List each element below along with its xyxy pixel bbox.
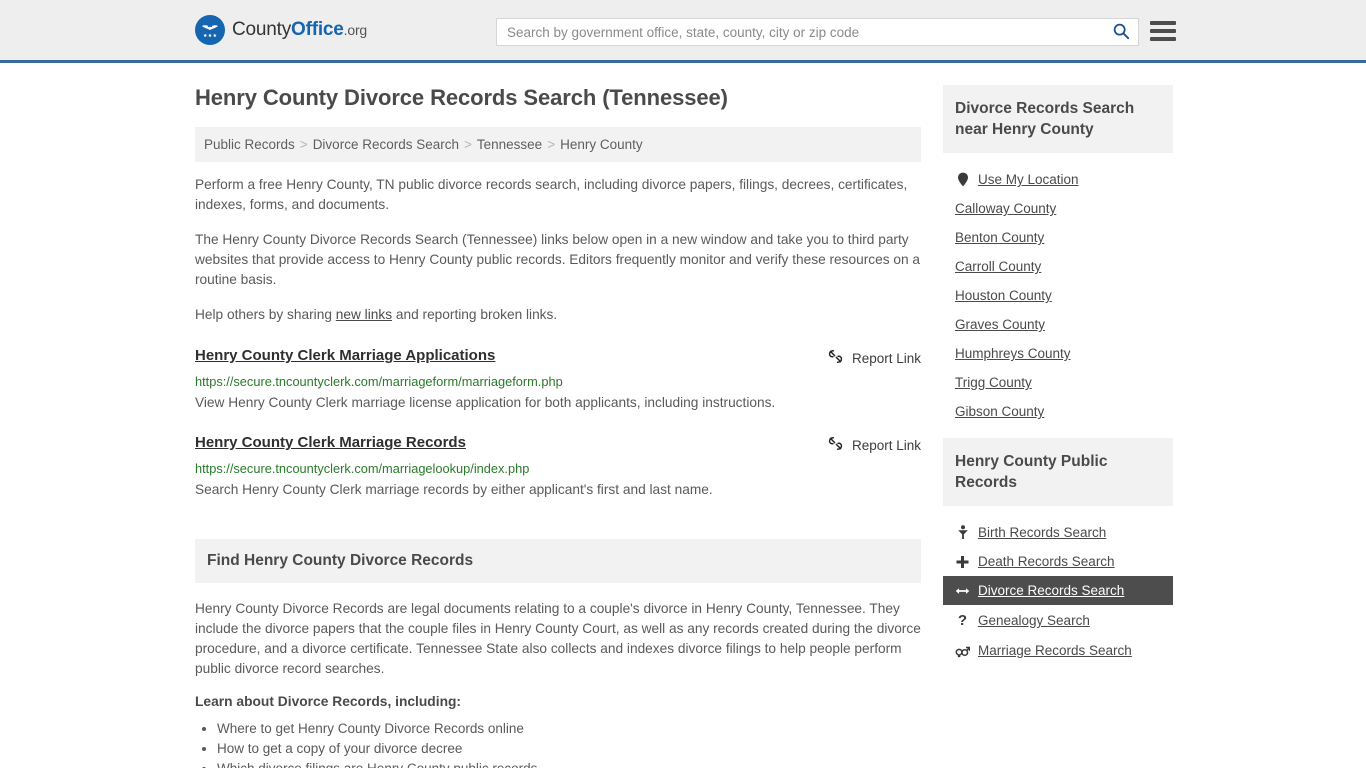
sidebar-item-carroll-county[interactable]: Carroll County: [943, 252, 1173, 281]
report-link-button[interactable]: Report Link: [827, 435, 921, 455]
nearby-counties-list: Use My Location Calloway County Benton C…: [943, 153, 1173, 430]
result-description: Search Henry County Clerk marriage recor…: [195, 482, 713, 497]
result-header: Henry County Clerk Marriage Records Repo…: [195, 434, 921, 455]
list-item: Which divorce filings are Henry County p…: [217, 759, 921, 768]
sidebar-item-label[interactable]: Marriage Records Search: [978, 643, 1132, 658]
sidebar-item-label[interactable]: Use My Location: [978, 172, 1079, 187]
find-section-heading: Find Henry County Divorce Records: [195, 539, 921, 583]
sidebar-item-label[interactable]: Graves County: [955, 317, 1045, 332]
intro-paragraph-1: Perform a free Henry County, TN public d…: [195, 177, 908, 212]
report-link-label: Report Link: [851, 350, 921, 366]
sidebar-item-label[interactable]: Genealogy Search: [978, 613, 1090, 628]
sidebar-item-use-my-location[interactable]: Use My Location: [943, 165, 1173, 194]
male-female-icon: [955, 644, 970, 658]
sidebar-item-label[interactable]: Calloway County: [955, 201, 1056, 216]
nearby-counties-heading: Divorce Records Search near Henry County: [943, 85, 1173, 153]
hamburger-menu-button[interactable]: [1150, 18, 1176, 44]
search-icon: [1112, 22, 1130, 43]
sidebar-item-calloway-county[interactable]: Calloway County: [943, 194, 1173, 223]
broken-link-icon: [827, 348, 844, 368]
public-records-list: Birth Records Search Death Records Searc…: [943, 506, 1173, 669]
learn-about-heading: Learn about Divorce Records, including:: [195, 694, 462, 709]
breadcrumb-item-tennessee[interactable]: Tennessee: [477, 137, 542, 152]
find-section-body: Henry County Divorce Records are legal d…: [195, 583, 921, 768]
result-url: https://secure.tncountyclerk.com/marriag…: [195, 374, 563, 389]
page-body: Henry County Divorce Records Search (Ten…: [0, 63, 1366, 768]
sidebar-item-marriage-records-search[interactable]: Marriage Records Search: [943, 636, 1173, 665]
breadcrumb-item-public-records[interactable]: Public Records: [204, 137, 295, 152]
new-links-link[interactable]: new links: [336, 307, 392, 322]
breadcrumb-separator-2: >: [464, 137, 472, 152]
hamburger-bar-2: [1150, 29, 1176, 33]
site-logo[interactable]: CountyOffice.org: [195, 15, 367, 45]
share-text-after: and reporting broken links.: [392, 307, 558, 322]
sidebar-item-birth-records-search[interactable]: Birth Records Search: [943, 518, 1173, 547]
learn-about-list: Where to get Henry County Divorce Record…: [195, 719, 921, 768]
sidebar-item-label[interactable]: Houston County: [955, 288, 1052, 303]
report-link-button[interactable]: Report Link: [827, 348, 921, 368]
page-title: Henry County Divorce Records Search (Ten…: [195, 85, 728, 110]
intro-paragraph-3: Help others by sharing new links and rep…: [195, 305, 921, 325]
question-mark-icon: ?: [957, 612, 968, 629]
list-item: How to get a copy of your divorce decree: [217, 739, 921, 759]
search-input[interactable]: [497, 24, 1104, 40]
result-title-link[interactable]: Henry County Clerk Marriage Applications: [195, 347, 495, 364]
report-link-label: Report Link: [851, 437, 921, 453]
result-url: https://secure.tncountyclerk.com/marriag…: [195, 461, 530, 476]
content-container: Henry County Divorce Records Search (Ten…: [195, 85, 1185, 768]
result-title-link[interactable]: Henry County Clerk Marriage Records: [195, 434, 466, 451]
logo-text-county: County: [232, 19, 292, 40]
result-item: Henry County Clerk Marriage Applications…: [195, 347, 921, 412]
result-item: Henry County Clerk Marriage Records Repo…: [195, 434, 921, 499]
baby-icon: [955, 525, 970, 540]
site-header: CountyOffice.org: [0, 0, 1366, 63]
share-text-before: Help others by sharing: [195, 307, 336, 322]
find-section-paragraph: Henry County Divorce Records are legal d…: [195, 601, 921, 676]
sidebar-item-benton-county[interactable]: Benton County: [943, 223, 1173, 252]
eagle-emblem-icon: [195, 15, 225, 45]
result-header: Henry County Clerk Marriage Applications…: [195, 347, 921, 368]
broken-link-icon: [827, 435, 844, 455]
sidebar-item-graves-county[interactable]: Graves County: [943, 310, 1173, 339]
search-button[interactable]: [1104, 19, 1138, 45]
hamburger-bar-1: [1150, 21, 1176, 25]
main-content: Henry County Divorce Records Search (Ten…: [195, 85, 921, 768]
sidebar: Divorce Records Search near Henry County…: [943, 85, 1173, 768]
sidebar-item-label[interactable]: Trigg County: [955, 375, 1032, 390]
sidebar-item-label[interactable]: Carroll County: [955, 259, 1041, 274]
breadcrumb-separator-3: >: [547, 137, 556, 152]
sidebar-item-label[interactable]: Humphreys County: [955, 346, 1071, 361]
sidebar-item-gibson-county[interactable]: Gibson County: [943, 397, 1173, 426]
logo-text-tld: .org: [343, 22, 368, 38]
sidebar-item-genealogy-search[interactable]: ? Genealogy Search: [943, 605, 1173, 636]
sidebar-item-label[interactable]: Gibson County: [955, 404, 1044, 419]
list-item: Where to get Henry County Divorce Record…: [217, 719, 921, 739]
sidebar-item-divorce-records-search[interactable]: Divorce Records Search: [943, 576, 1173, 605]
logo-text-office: Office: [291, 19, 344, 40]
sidebar-item-label[interactable]: Death Records Search: [978, 554, 1115, 569]
sidebar-item-trigg-county[interactable]: Trigg County: [943, 368, 1173, 397]
search-bar[interactable]: [496, 18, 1139, 46]
public-records-heading: Henry County Public Records: [943, 438, 1173, 506]
sidebar-item-death-records-search[interactable]: Death Records Search: [943, 547, 1173, 576]
nearby-counties-card: Divorce Records Search near Henry County…: [943, 85, 1173, 430]
logo-text: CountyOffice.org: [232, 19, 367, 41]
map-pin-icon: [955, 172, 970, 187]
public-records-card: Henry County Public Records Birth Record…: [943, 438, 1173, 669]
breadcrumb-item-henry-county: Henry County: [560, 137, 643, 152]
breadcrumb: Public Records > Divorce Records Search > Te…: [195, 127, 921, 162]
result-description: View Henry County Clerk marriage license…: [195, 395, 776, 410]
breadcrumb-item-divorce-records-search[interactable]: Divorce Records Search: [313, 137, 459, 152]
cross-icon: [955, 555, 970, 569]
sidebar-item-label[interactable]: Benton County: [955, 230, 1044, 245]
left-right-arrow-icon: [955, 585, 970, 597]
hamburger-bar-3: [1150, 37, 1176, 41]
sidebar-item-label[interactable]: Birth Records Search: [978, 525, 1106, 540]
sidebar-item-humphreys-county[interactable]: Humphreys County: [943, 339, 1173, 368]
sidebar-item-houston-county[interactable]: Houston County: [943, 281, 1173, 310]
breadcrumb-separator-1: >: [299, 137, 308, 152]
sidebar-item-label[interactable]: Divorce Records Search: [978, 583, 1124, 598]
intro-paragraph-2: The Henry County Divorce Records Search …: [195, 232, 921, 287]
